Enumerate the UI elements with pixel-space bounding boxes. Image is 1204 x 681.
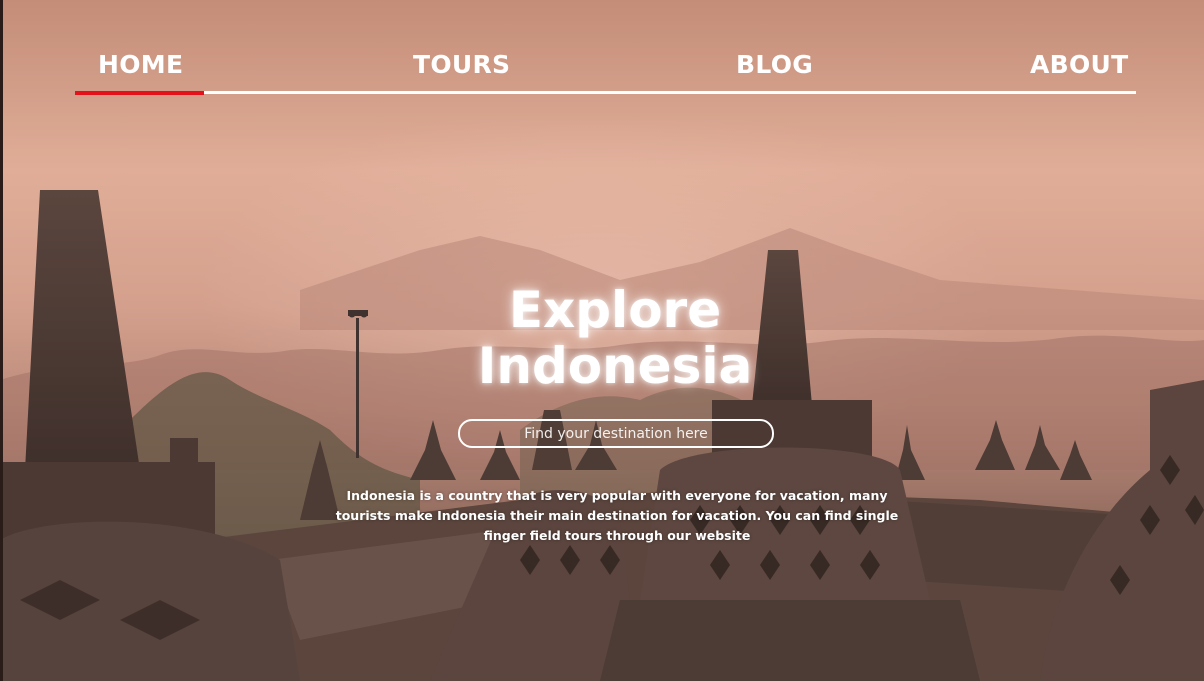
hero-description: Indonesia is a country that is very popu… xyxy=(335,488,899,543)
hero-title-line-2: Indonesia xyxy=(477,337,753,395)
nav-active-indicator xyxy=(75,91,204,95)
window-edge xyxy=(0,0,3,681)
nav-tours[interactable]: TOURS xyxy=(413,50,510,79)
destination-search-input[interactable] xyxy=(458,419,774,448)
nav-home[interactable]: HOME xyxy=(98,50,183,79)
nav-underline xyxy=(75,91,1136,94)
nav-blog[interactable]: BLOG xyxy=(736,50,813,79)
hero-title: Explore Indonesia xyxy=(400,282,830,394)
hero-title-line-1: Explore xyxy=(508,281,722,339)
nav-about[interactable]: ABOUT xyxy=(1030,50,1129,79)
main-navigation: HOME TOURS BLOG ABOUT xyxy=(75,48,1136,96)
